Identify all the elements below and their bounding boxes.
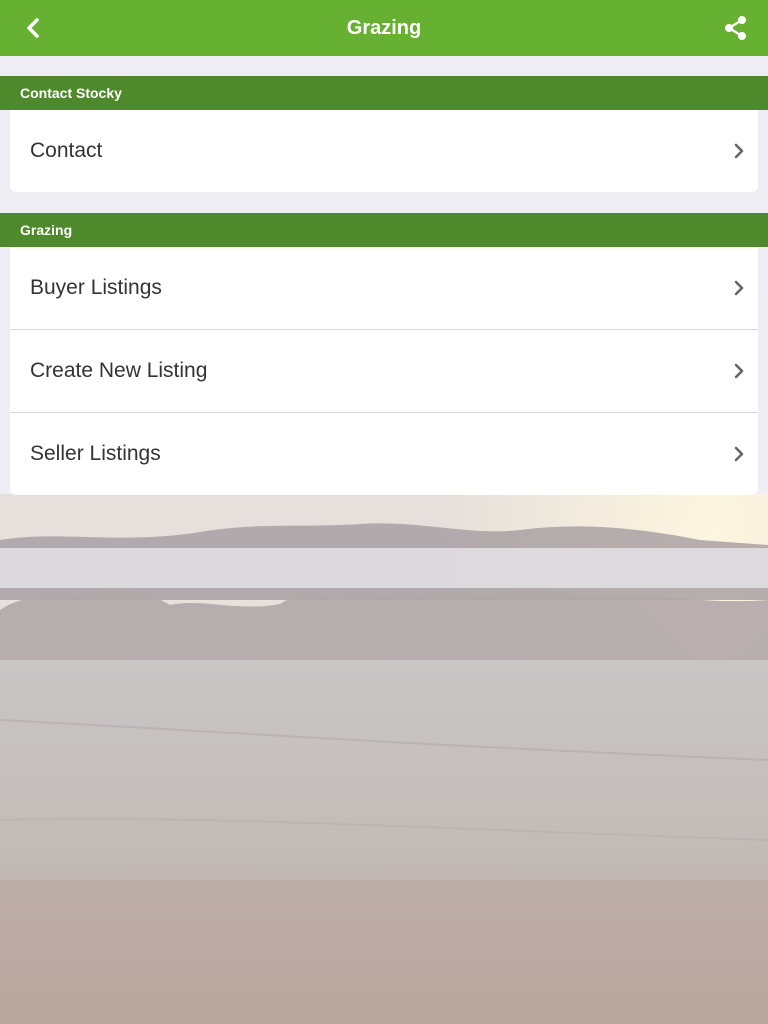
list-item-seller-listings[interactable]: Seller Listings — [10, 412, 758, 495]
top-navigation-bar: Grazing — [0, 0, 768, 56]
chevron-right-icon — [734, 446, 744, 462]
list-item-create-new-listing[interactable]: Create New Listing — [10, 329, 758, 412]
section-header-grazing: Grazing — [0, 213, 768, 247]
chevron-right-icon — [734, 143, 744, 159]
share-icon — [725, 16, 746, 40]
grazing-list: Buyer Listings Create New Listing Seller… — [10, 247, 758, 495]
list-item-label: Contact — [30, 139, 103, 162]
list-item-label: Seller Listings — [30, 442, 161, 465]
share-button[interactable] — [722, 14, 750, 42]
chevron-right-icon — [734, 280, 744, 296]
section-header-contact-stocky: Contact Stocky — [0, 76, 768, 110]
chevron-right-icon — [734, 363, 744, 379]
list-item-contact[interactable]: Contact — [10, 110, 758, 192]
list-item-label: Buyer Listings — [30, 276, 162, 299]
page-title: Grazing — [346, 17, 422, 39]
list-item-buyer-listings[interactable]: Buyer Listings — [10, 247, 758, 329]
contact-list: Contact — [10, 110, 758, 192]
list-item-label: Create New Listing — [30, 359, 208, 382]
